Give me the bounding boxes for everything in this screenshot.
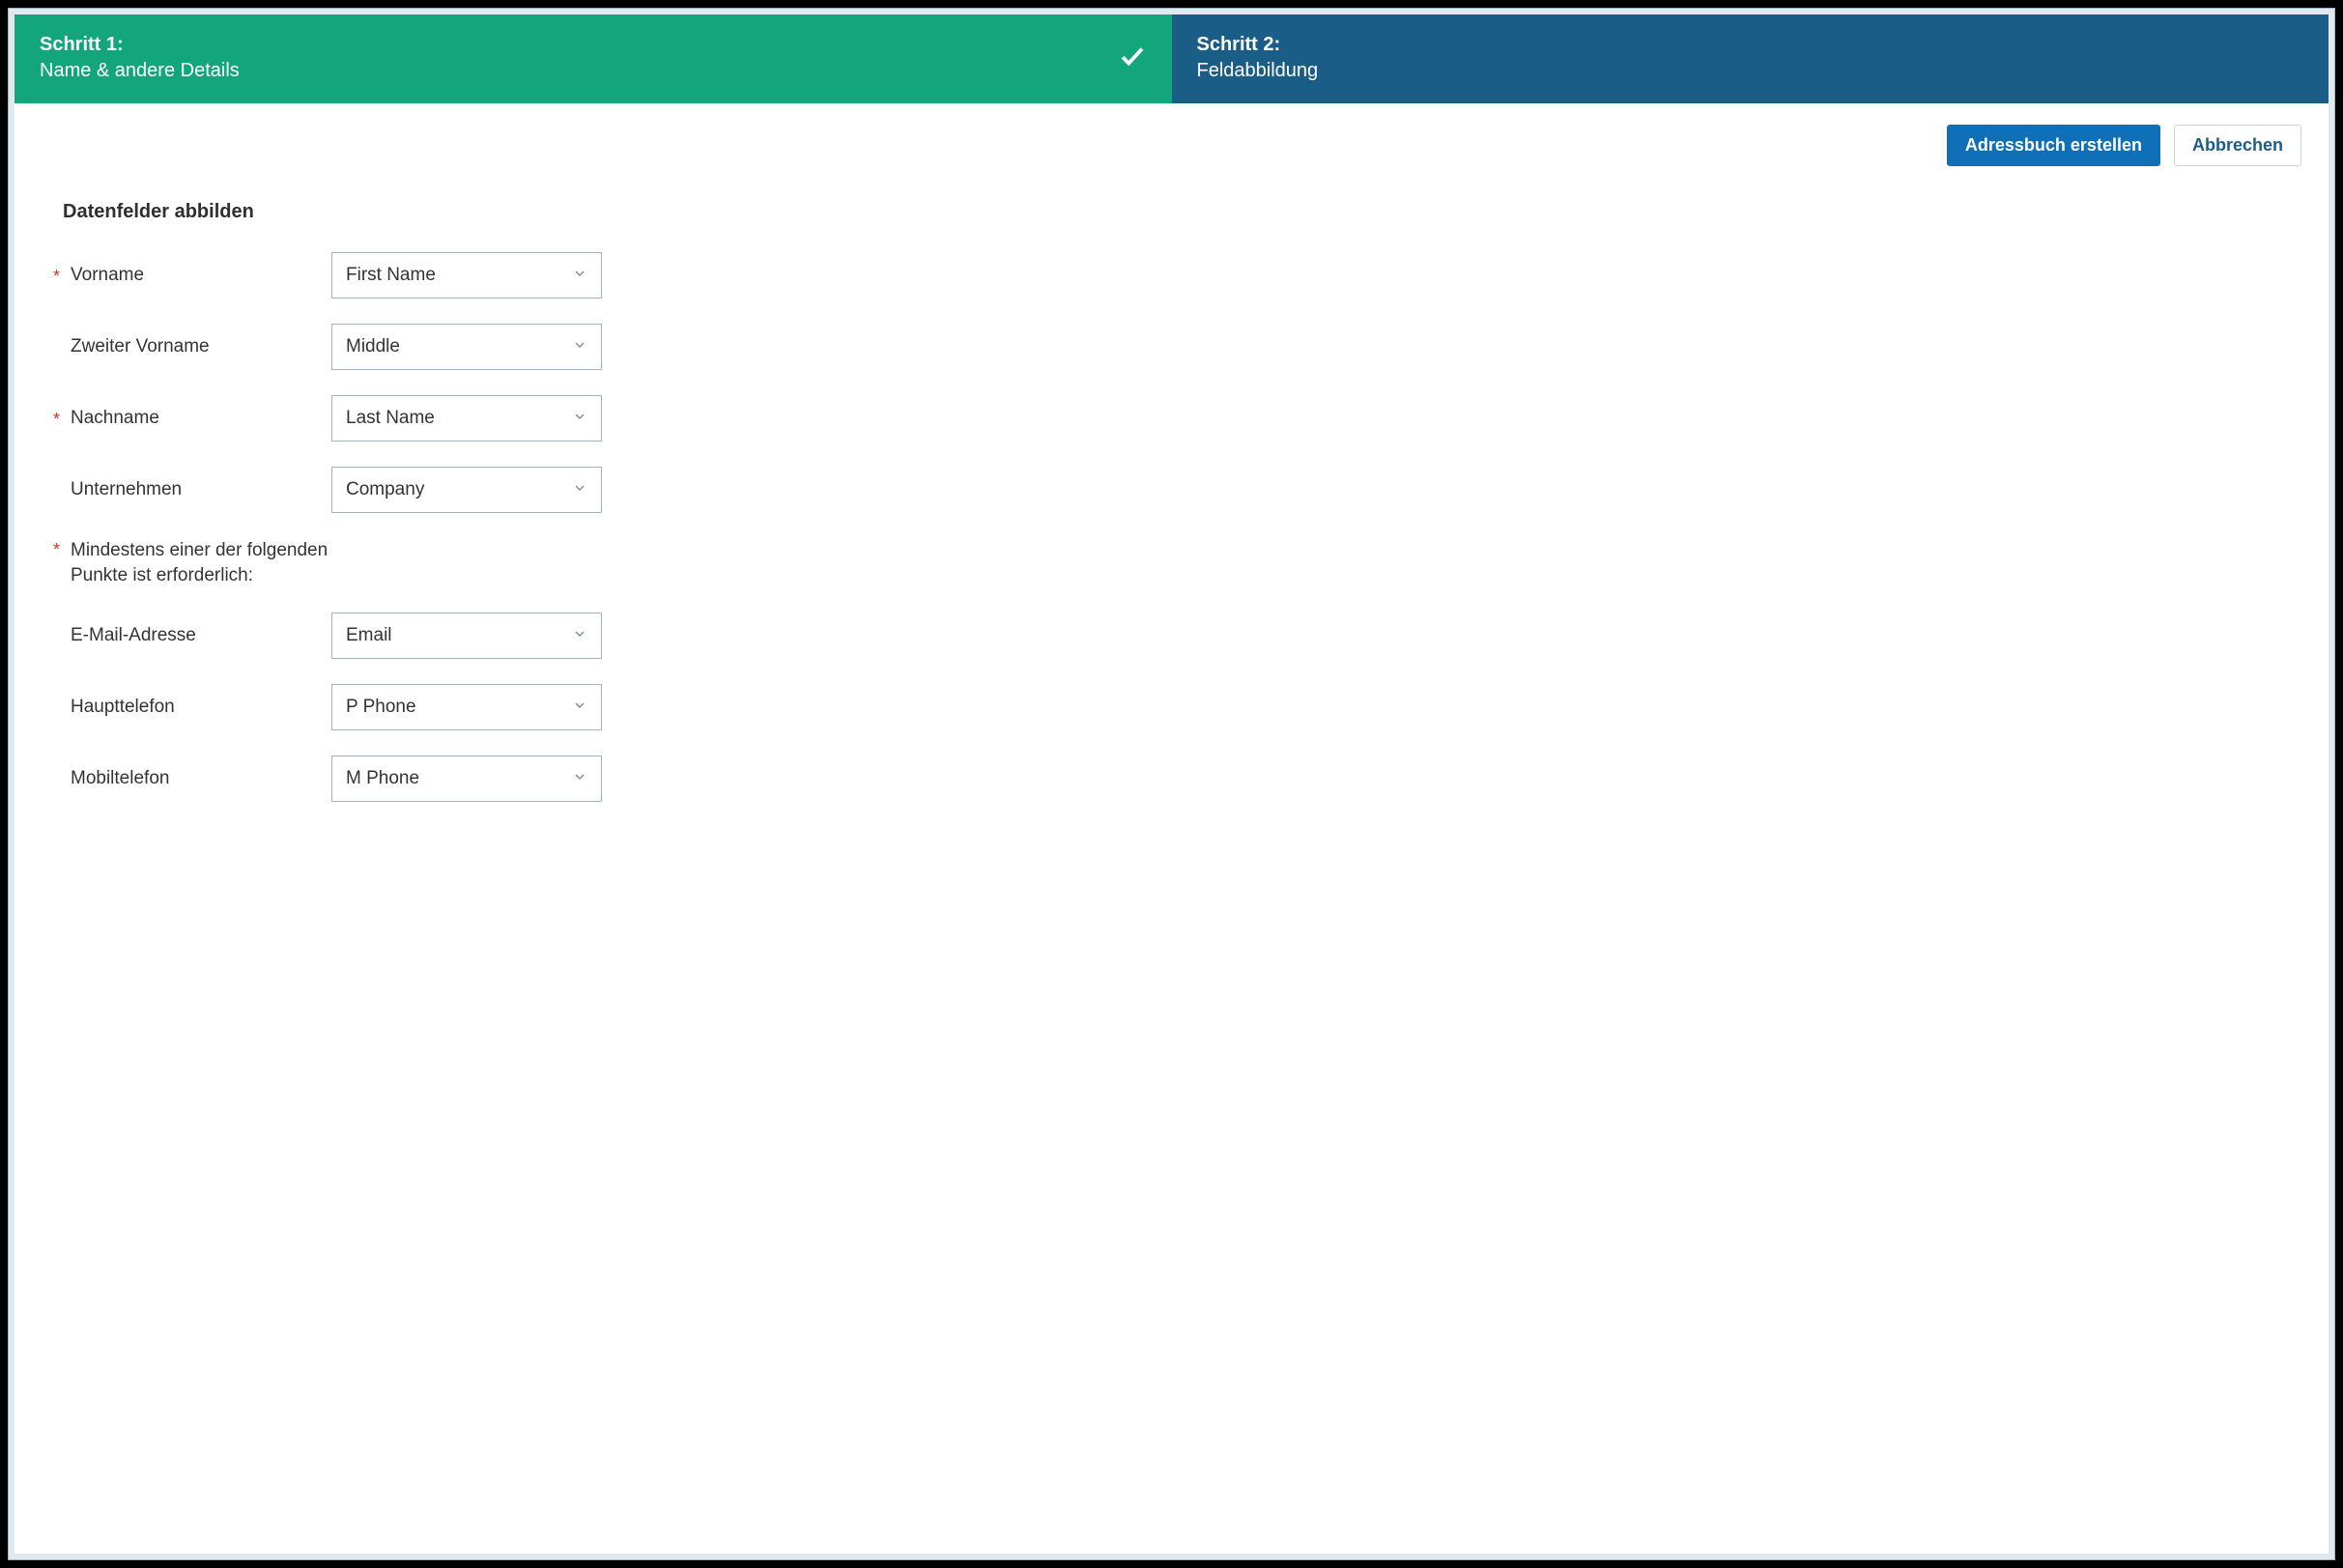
action-bar: Adressbuch erstellen Abbrechen <box>14 103 2329 172</box>
label-mobile: Mobiltelefon <box>71 766 331 791</box>
step-1[interactable]: Schritt 1: Name & andere Details <box>14 14 1172 103</box>
required-marker-empty <box>53 706 71 708</box>
select-company-value: Company <box>346 479 424 500</box>
select-company[interactable]: Company <box>331 467 602 513</box>
step-1-number: Schritt 1: <box>40 34 240 56</box>
field-row-note: * Mindestens einer der folgenden Punkte … <box>53 538 2290 587</box>
select-middlename-value: Middle <box>346 336 400 357</box>
chevron-down-icon <box>572 337 587 357</box>
dialog: Schritt 1: Name & andere Details Schritt… <box>14 14 2329 1554</box>
chevron-down-icon <box>572 266 587 286</box>
select-mainphone[interactable]: P Phone <box>331 684 602 730</box>
select-firstname[interactable]: First Name <box>331 252 602 299</box>
label-email: E-Mail-Adresse <box>71 623 331 648</box>
label-lastname: Nachname <box>71 406 331 431</box>
label-mainphone: Haupttelefon <box>71 695 331 720</box>
field-row-company: Unternehmen Company <box>53 467 2290 513</box>
step-2-name: Feldabbildung <box>1197 60 1319 82</box>
select-mainphone-value: P Phone <box>346 697 416 718</box>
step-1-name: Name & andere Details <box>40 60 240 82</box>
field-row-mainphone: Haupttelefon P Phone <box>53 684 2290 730</box>
chevron-down-icon <box>572 480 587 500</box>
required-marker: * <box>53 408 71 430</box>
select-lastname-value: Last Name <box>346 408 435 429</box>
section-title: Datenfelder abbilden <box>63 201 2290 223</box>
required-marker-empty <box>53 635 71 637</box>
select-firstname-value: First Name <box>346 265 436 286</box>
required-marker-empty <box>53 778 71 780</box>
required-marker: * <box>53 265 71 287</box>
required-marker: * <box>53 538 71 560</box>
step-2[interactable]: Schritt 2: Feldabbildung <box>1172 14 2329 103</box>
select-lastname[interactable]: Last Name <box>331 395 602 442</box>
required-marker-empty <box>53 346 71 348</box>
field-row-mobile: Mobiltelefon M Phone <box>53 755 2290 802</box>
label-note: Mindestens einer der folgenden Punkte is… <box>71 538 331 587</box>
check-icon <box>1118 42 1147 75</box>
field-row-middlename: Zweiter Vorname Middle <box>53 324 2290 370</box>
cancel-button[interactable]: Abbrechen <box>2174 125 2301 166</box>
select-email[interactable]: Email <box>331 613 602 659</box>
field-row-lastname: * Nachname Last Name <box>53 395 2290 442</box>
content-area: Datenfelder abbilden * Vorname First Nam… <box>14 172 2329 837</box>
field-row-email: E-Mail-Adresse Email <box>53 613 2290 659</box>
label-firstname: Vorname <box>71 263 331 288</box>
create-address-book-button[interactable]: Adressbuch erstellen <box>1947 125 2160 166</box>
chevron-down-icon <box>572 626 587 646</box>
stepper: Schritt 1: Name & andere Details Schritt… <box>14 14 2329 103</box>
select-email-value: Email <box>346 625 392 646</box>
chevron-down-icon <box>572 769 587 789</box>
step-2-number: Schritt 2: <box>1197 34 1319 56</box>
window-frame: Schritt 1: Name & andere Details Schritt… <box>8 8 2335 1560</box>
select-middlename[interactable]: Middle <box>331 324 602 370</box>
chevron-down-icon <box>572 409 587 429</box>
field-row-firstname: * Vorname First Name <box>53 252 2290 299</box>
select-mobile-value: M Phone <box>346 768 419 789</box>
select-mobile[interactable]: M Phone <box>331 755 602 802</box>
label-company: Unternehmen <box>71 477 331 502</box>
label-middlename: Zweiter Vorname <box>71 334 331 359</box>
chevron-down-icon <box>572 698 587 718</box>
required-marker-empty <box>53 489 71 491</box>
